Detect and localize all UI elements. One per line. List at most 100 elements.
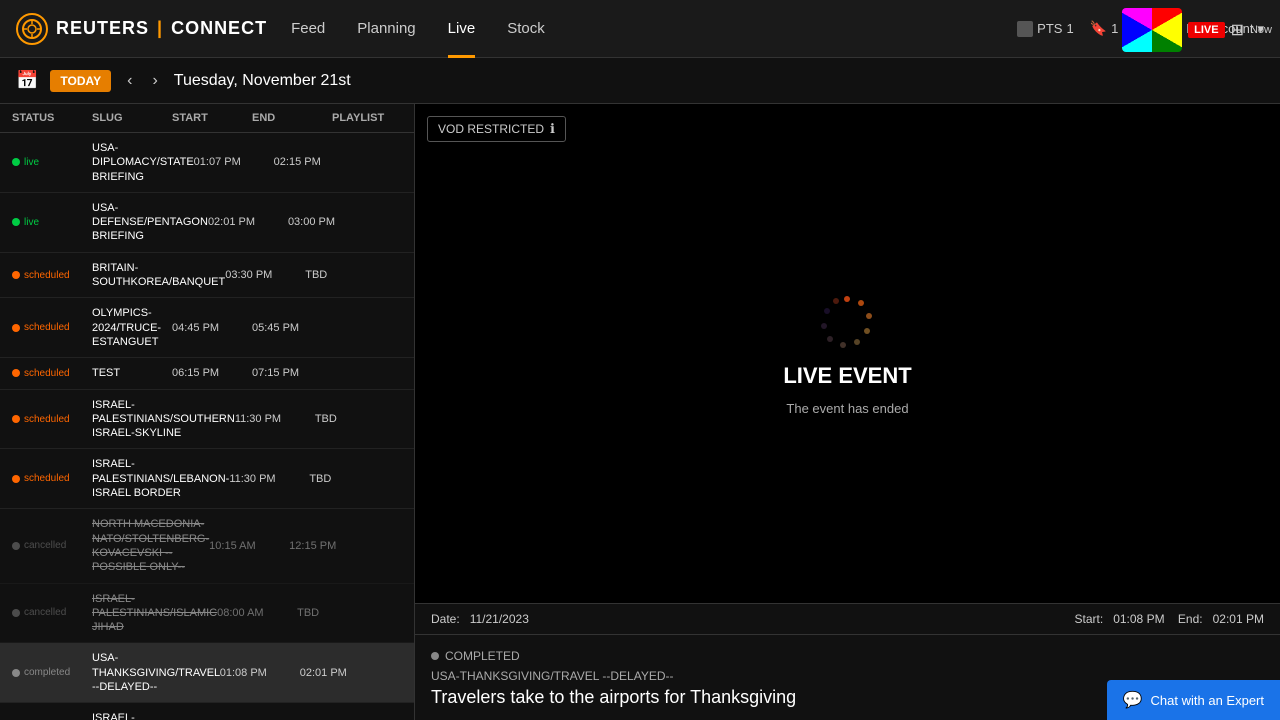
col-end: END <box>252 112 332 124</box>
info-bar: Date: 11/21/2023 Start: 01:08 PM End: 02… <box>415 603 1280 634</box>
status-dot-icon <box>12 669 20 677</box>
reuters-logo-icon <box>16 13 48 45</box>
end-time: TBD <box>309 473 389 485</box>
schedule-panel: STATUS SLUG START END PLAYLIST live USA-… <box>0 104 415 720</box>
date-info-label: Date: <box>431 612 460 626</box>
end-time: 02:01 PM <box>300 667 380 679</box>
live-event-sub: The event has ended <box>786 401 908 416</box>
time-info: Start: 01:08 PM End: 02:01 PM <box>1075 612 1265 626</box>
next-day-button[interactable]: › <box>148 72 161 90</box>
table-row[interactable]: scheduled TEST 06:15 PM 07:15 PM <box>0 358 414 389</box>
start-time: 08:00 AM <box>217 607 297 619</box>
col-playlist: PLAYLIST <box>332 112 402 124</box>
col-start: START <box>172 112 252 124</box>
table-row[interactable]: scheduled ISRAEL-PALESTINIANS/SOUTHERN I… <box>0 390 414 450</box>
status-cell: cancelled <box>12 607 92 618</box>
table-row[interactable]: completed ISRAEL-PALESTINIANS/ARMY BRIEF… <box>0 703 414 720</box>
end-time: 12:15 PM <box>289 540 369 552</box>
status-cell: live <box>12 157 92 168</box>
date-display: Tuesday, November 21st <box>174 72 351 90</box>
slug-text: ISRAEL-PALESTINIANS/SOUTHERN ISRAEL-SKYL… <box>92 398 235 441</box>
completed-badge: COMPLETED <box>431 649 520 663</box>
live-thumbnail <box>1122 8 1182 52</box>
start-info-label: Start: <box>1075 612 1104 626</box>
table-row[interactable]: scheduled ISRAEL-PALESTINIANS/LEBANON-IS… <box>0 449 414 509</box>
nav-live[interactable]: Live <box>448 16 476 41</box>
live-badge: LIVE <box>1188 22 1224 38</box>
nav-feed[interactable]: Feed <box>291 16 325 41</box>
right-panel: VOD RESTRICTED ℹ LIVE EVENT <box>415 104 1280 720</box>
chat-label: Chat with an Expert <box>1151 693 1264 708</box>
status-dot-icon <box>12 542 20 550</box>
status-cell: scheduled <box>12 368 92 379</box>
chat-with-expert-button[interactable]: 💬 Chat with an Expert <box>1107 680 1280 720</box>
status-cell: scheduled <box>12 473 92 484</box>
grid-icon: ⊞ <box>1231 20 1244 40</box>
live-event-title: LIVE EVENT <box>783 363 911 389</box>
start-time: 11:30 PM <box>229 473 309 485</box>
info-icon: ℹ <box>550 121 555 137</box>
end-info-label: End: <box>1178 612 1203 626</box>
status-dot-icon <box>12 158 20 166</box>
start-time: 04:45 PM <box>172 322 252 334</box>
date-info-value: 11/21/2023 <box>470 612 529 626</box>
end-time: TBD <box>315 413 395 425</box>
status-label: scheduled <box>24 270 70 281</box>
now-label: Now <box>1250 24 1272 36</box>
status-cell: scheduled <box>12 322 92 333</box>
status-label: scheduled <box>24 322 70 333</box>
slug-text: ISRAEL-PALESTINIANS/ISLAMIC JIHAD <box>92 592 217 635</box>
status-dot-icon <box>12 369 20 377</box>
slug-text: USA-DEFENSE/PENTAGON BRIEFING <box>92 201 208 244</box>
bookmark-count: 1 <box>1111 21 1118 36</box>
completed-dot-icon <box>431 652 439 660</box>
table-row[interactable]: scheduled OLYMPICS-2024/TRUCE-ESTANGUET … <box>0 298 414 358</box>
status-label: cancelled <box>24 607 66 618</box>
start-time: 02:01 PM <box>208 216 288 228</box>
status-label: completed <box>24 667 70 678</box>
status-dot-icon <box>12 609 20 617</box>
end-info-value: 02:01 PM <box>1213 612 1264 626</box>
table-row[interactable]: completed USA-THANKSGIVING/TRAVEL --DELA… <box>0 643 414 703</box>
slug-text: OLYMPICS-2024/TRUCE-ESTANGUET <box>92 306 172 349</box>
vod-restricted-badge: VOD RESTRICTED ℹ <box>427 116 566 142</box>
calendar-icon[interactable]: 📅 <box>16 70 38 91</box>
start-time: 03:30 PM <box>225 269 305 281</box>
table-row[interactable]: scheduled BRITAIN-SOUTHKOREA/BANQUET 03:… <box>0 253 414 299</box>
toolbar: 📅 TODAY ‹ › Tuesday, November 21st <box>0 58 1280 104</box>
table-row[interactable]: cancelled NORTH MACEDONIA-NATO/STOLTENBE… <box>0 509 414 583</box>
nav-stock[interactable]: Stock <box>507 16 545 41</box>
status-dot-icon <box>12 415 20 423</box>
end-time: 07:15 PM <box>252 367 332 379</box>
pts-badge: PTS 1 <box>1017 21 1074 37</box>
live-spinner-icon <box>817 291 877 351</box>
main-content: STATUS SLUG START END PLAYLIST live USA-… <box>0 104 1280 720</box>
status-label: scheduled <box>24 473 70 484</box>
nav-links: Feed Planning Live Stock <box>291 16 1017 41</box>
table-row[interactable]: cancelled ISRAEL-PALESTINIANS/ISLAMIC JI… <box>0 584 414 644</box>
table-row[interactable]: live USA-DEFENSE/PENTAGON BRIEFING 02:01… <box>0 193 414 253</box>
start-time: 11:30 PM <box>235 413 315 425</box>
status-cell: completed <box>12 667 92 678</box>
start-time: 01:07 PM <box>194 156 274 168</box>
today-button[interactable]: TODAY <box>50 70 111 92</box>
nav-planning[interactable]: Planning <box>357 16 415 41</box>
completed-label: COMPLETED <box>445 649 520 663</box>
slug-text: BRITAIN-SOUTHKOREA/BANQUET <box>92 261 225 290</box>
table-row[interactable]: live USA-DIPLOMACY/STATE BRIEFING 01:07 … <box>0 133 414 193</box>
bookmark-icon: 🔖 <box>1090 20 1107 37</box>
status-cell: live <box>12 217 92 228</box>
slug-text: ISRAEL-PALESTINIANS/ARMY BRIEFING <box>92 711 205 720</box>
status-cell: scheduled <box>12 414 92 425</box>
status-label: scheduled <box>24 368 70 379</box>
bookmark-badge: 🔖 1 <box>1090 20 1119 37</box>
status-label: live <box>24 157 39 168</box>
prev-day-button[interactable]: ‹ <box>123 72 136 90</box>
slug-text: NORTH MACEDONIA-NATO/STOLTENBERG-KOVACEV… <box>92 517 209 574</box>
start-time: 06:15 PM <box>172 367 252 379</box>
start-info-value: 01:08 PM <box>1113 612 1164 626</box>
status-dot-icon <box>12 271 20 279</box>
status-dot-icon <box>12 475 20 483</box>
chat-icon: 💬 <box>1123 690 1143 710</box>
status-label: cancelled <box>24 540 66 551</box>
